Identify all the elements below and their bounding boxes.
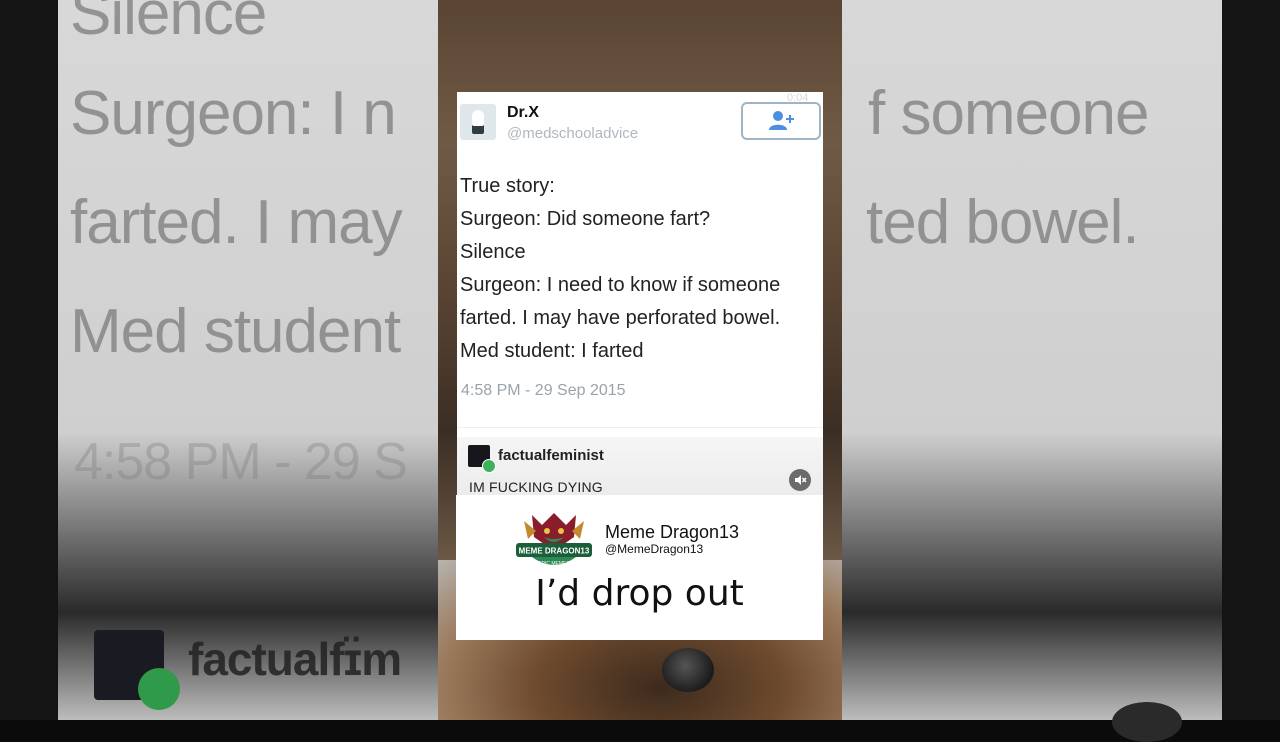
tweet-line: Silence bbox=[460, 241, 526, 263]
bg-text-surgeon-right: f someone bbox=[868, 79, 1150, 148]
tweet-line: True story: bbox=[460, 175, 555, 197]
left-letterbox bbox=[0, 0, 58, 720]
logo-text: MEME DRAGON13 bbox=[519, 547, 590, 556]
channel-name: Meme Dragon13 bbox=[605, 522, 740, 542]
logo-subtext: EPIC MEMES bbox=[538, 561, 570, 567]
tweet-text: True story: Surgeon: Did someone fart? S… bbox=[460, 170, 820, 368]
bg-text-time: 4:58 PM - 29 S bbox=[74, 433, 408, 491]
bg-text-farted-right: ted bowel. bbox=[866, 188, 1140, 257]
tweet-avatar bbox=[460, 104, 496, 140]
follow-button[interactable] bbox=[741, 102, 821, 140]
bg-text-farted-left: farted. I may bbox=[70, 188, 403, 257]
caption-text: I’d drop out bbox=[535, 573, 744, 614]
dragon-logo: MEME DRAGON13 EPIC MEMES bbox=[516, 513, 592, 567]
bg-reply-badge bbox=[138, 668, 180, 710]
tweet-line: Surgeon: Did someone fart? bbox=[460, 208, 711, 230]
bg-text-surgeon-left: Surgeon: I n bbox=[70, 79, 397, 148]
bg-text-silence: Silence bbox=[70, 0, 267, 48]
reply-post: factualfeminist IM FUCKING DYING bbox=[457, 437, 823, 495]
corner-button[interactable] bbox=[1112, 702, 1182, 742]
reply-username: factualfeminist bbox=[498, 447, 604, 464]
tweet-line: Med student: I farted bbox=[460, 340, 644, 362]
tweet-handle: @medschooladvice bbox=[507, 125, 639, 142]
reply-text: IM FUCKING DYING bbox=[469, 479, 603, 495]
tweet-card: Dr.X @medschooladvice 0:04 True story: S… bbox=[457, 92, 823, 437]
mute-icon bbox=[795, 475, 807, 485]
right-letterbox bbox=[1222, 0, 1280, 720]
tweet-line: farted. I may have perforated bowel. bbox=[460, 307, 781, 329]
tweet-line: Surgeon: I need to know if someone bbox=[460, 274, 781, 296]
divider bbox=[457, 427, 823, 428]
bg-text-reply-name: factualfɪ̈m bbox=[188, 633, 402, 685]
dog-nose bbox=[662, 648, 714, 692]
mute-button[interactable] bbox=[789, 469, 811, 491]
follow-user-icon bbox=[769, 111, 794, 130]
channel-handle: @MemeDragon13 bbox=[605, 542, 704, 556]
tweet-display-name: Dr.X bbox=[507, 104, 540, 121]
tweet-timestamp: 4:58 PM - 29 Sep 2015 bbox=[461, 382, 626, 399]
channel-watermark: MEME DRAGON13 EPIC MEMES Meme Dragon13 @… bbox=[456, 495, 823, 640]
online-badge bbox=[482, 459, 496, 473]
bg-text-med-student: Med student bbox=[70, 297, 401, 366]
